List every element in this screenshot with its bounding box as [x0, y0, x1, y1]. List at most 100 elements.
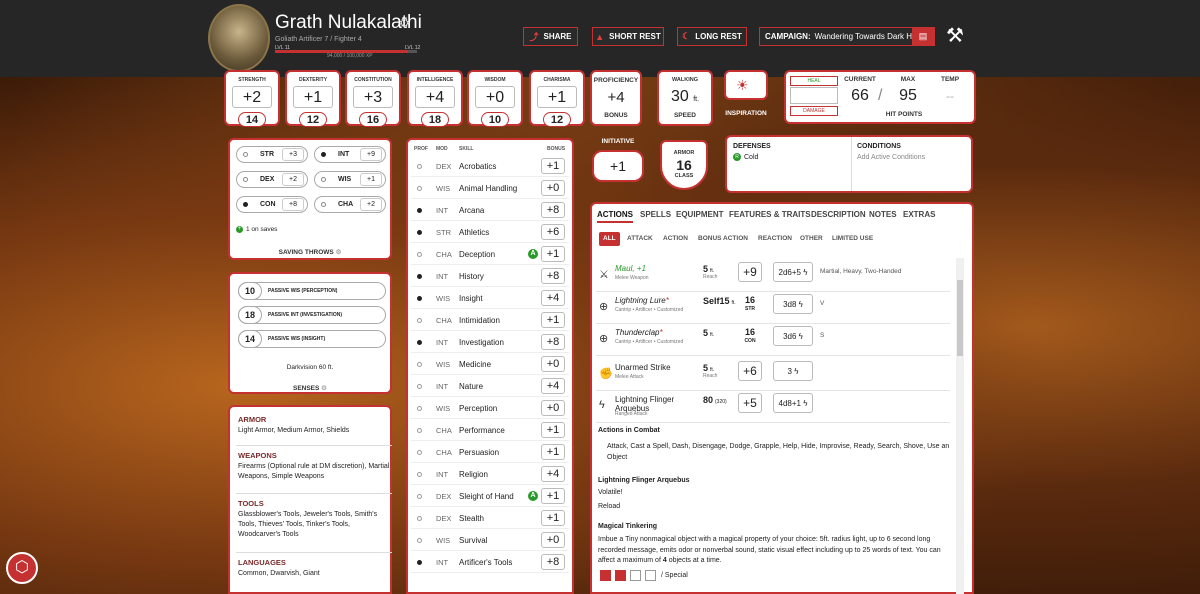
tab-notes[interactable]: NOTES	[869, 210, 897, 219]
ability-constitution[interactable]: CONSTITUTION +3 16	[345, 70, 401, 127]
save-int[interactable]: INT +9	[314, 146, 386, 163]
filter-attack[interactable]: ATTACK	[623, 232, 657, 246]
use-slot-checkbox[interactable]	[600, 570, 611, 581]
skill-row[interactable]: WIS Perception +0	[411, 397, 569, 419]
action-name[interactable]: Lightning Lure*	[615, 296, 669, 305]
long-rest-button[interactable]: ☾ LONG REST	[677, 27, 747, 46]
initiative-box[interactable]: +1	[592, 150, 644, 182]
filter-all[interactable]: ALL	[599, 232, 620, 246]
skill-row[interactable]: CHA Persuasion +1	[411, 441, 569, 463]
hp-amount-input[interactable]	[790, 87, 838, 104]
ability-modifier[interactable]: +3	[353, 86, 393, 108]
action-row[interactable]: ϟ Lightning Flinger Arquebus Ranged Attack…	[596, 391, 950, 423]
avatar[interactable]	[208, 4, 270, 72]
skill-bonus[interactable]: +1	[541, 510, 565, 526]
action-row[interactable]: ⊕ Thunderclap* Cantrip • Artificer • Custo…	[596, 324, 950, 356]
passive-sense[interactable]: 14 PASSIVE WIS (INSIGHT)	[238, 330, 386, 348]
save-wis[interactable]: WIS +1	[314, 171, 386, 188]
heal-button[interactable]: HEAL	[790, 76, 838, 86]
filter-limited-use[interactable]: LIMITED USE	[828, 232, 877, 246]
skill-bonus[interactable]: +8	[541, 268, 565, 284]
damage-button[interactable]: 2d6+5 ϟ	[773, 262, 813, 282]
to-hit-button[interactable]: +6	[738, 361, 762, 381]
skill-row[interactable]: INT Artificer's Tools +8	[411, 551, 569, 573]
hp-temp[interactable]: --	[930, 89, 970, 103]
armor-class-box[interactable]: ARMOR 16 CLASS	[660, 140, 708, 190]
damage-button[interactable]: DAMAGE	[790, 106, 838, 116]
skill-bonus[interactable]: +8	[541, 554, 565, 570]
share-button[interactable]: ⤴ SHARE	[523, 27, 578, 46]
ability-modifier[interactable]: +4	[415, 86, 455, 108]
skill-row[interactable]: DEX Sleight of Hand A +1	[411, 485, 569, 507]
skill-bonus[interactable]: +0	[541, 180, 565, 196]
gear-icon[interactable]: ⚙	[336, 249, 342, 256]
skill-row[interactable]: DEX Stealth +1	[411, 507, 569, 529]
hp-current[interactable]: 66	[840, 87, 880, 105]
skill-bonus[interactable]: +0	[541, 532, 565, 548]
skill-row[interactable]: CHA Performance +1	[411, 419, 569, 441]
add-conditions-link[interactable]: Add Active Conditions	[857, 154, 925, 161]
inspiration-toggle[interactable]: ☀	[724, 70, 768, 100]
skill-bonus[interactable]: +1	[541, 312, 565, 328]
filter-bonus-action[interactable]: BONUS ACTION	[694, 232, 752, 246]
dice-roller-icon[interactable]: ⬡	[6, 552, 38, 584]
ability-modifier[interactable]: +0	[475, 86, 515, 108]
skill-bonus[interactable]: +4	[541, 290, 565, 306]
skill-row[interactable]: WIS Survival +0	[411, 529, 569, 551]
save-dex[interactable]: DEX +2	[236, 171, 308, 188]
ability-modifier[interactable]: +1	[537, 86, 577, 108]
skill-row[interactable]: INT Religion +4	[411, 463, 569, 485]
filter-reaction[interactable]: REACTION	[754, 232, 796, 246]
ability-modifier[interactable]: +1	[293, 86, 333, 108]
skill-row[interactable]: STR Athletics +6	[411, 221, 569, 243]
tab-description[interactable]: DESCRIPTION	[811, 210, 866, 219]
tab-equipment[interactable]: EQUIPMENT	[676, 210, 724, 219]
actions-in-combat-text[interactable]: Attack, Cast a Spell, Dash, Disengage, D…	[607, 442, 951, 463]
damage-button[interactable]: 3d6 ϟ	[773, 326, 813, 346]
action-name[interactable]: Thunderclap*	[615, 328, 663, 337]
skill-row[interactable]: WIS Animal Handling +0	[411, 177, 569, 199]
ability-wisdom[interactable]: WISDOM +0 10	[467, 70, 523, 127]
save-cha[interactable]: CHA +2	[314, 196, 386, 213]
skill-row[interactable]: WIS Insight +4	[411, 287, 569, 309]
skill-row[interactable]: DEX Acrobatics +1	[411, 155, 569, 177]
chat-icon[interactable]: ▤	[912, 28, 934, 45]
filter-other[interactable]: OTHER	[796, 232, 827, 246]
skill-bonus[interactable]: +1	[541, 158, 565, 174]
campaign-button[interactable]: CAMPAIGN: Wandering Towards Dark H... ▤	[759, 27, 935, 46]
skill-row[interactable]: INT History +8	[411, 265, 569, 287]
tab-extras[interactable]: EXTRAS	[903, 210, 935, 219]
gear-icon[interactable]: ⚙	[399, 16, 410, 30]
save-str[interactable]: STR +3	[236, 146, 308, 163]
action-name[interactable]: Maul, +1	[615, 264, 646, 273]
skill-bonus[interactable]: +1	[541, 422, 565, 438]
skill-row[interactable]: WIS Medicine +0	[411, 353, 569, 375]
action-row[interactable]: ⚔ Maul, +1 Melee Weapon 5 ft. Reach +9 2d6+5 ϟ M…	[596, 260, 950, 292]
proficiencies-box[interactable]: ARMOR Light Armor, Medium Armor, Shields …	[228, 405, 392, 594]
action-name[interactable]: Unarmed Strike	[615, 363, 671, 372]
skill-bonus[interactable]: +1	[541, 488, 565, 504]
skill-bonus[interactable]: +8	[541, 334, 565, 350]
damage-button[interactable]: 3 ϟ	[773, 361, 813, 381]
scrollbar-track[interactable]	[956, 258, 964, 594]
damage-button[interactable]: 3d8 ϟ	[773, 294, 813, 314]
skill-bonus[interactable]: +8	[541, 202, 565, 218]
ability-strength[interactable]: STRENGTH +2 14	[224, 70, 280, 127]
skill-row[interactable]: CHA Intimidation +1	[411, 309, 569, 331]
ability-intelligence[interactable]: INTELLIGENCE +4 18	[407, 70, 463, 127]
skill-row[interactable]: INT Investigation +8	[411, 331, 569, 353]
skill-bonus[interactable]: +1	[541, 444, 565, 460]
action-row[interactable]: ⊕ Lightning Lure* Cantrip • Artificer • Cu…	[596, 292, 950, 324]
defense-item[interactable]: R Cold	[733, 153, 758, 161]
skill-row[interactable]: INT Nature +4	[411, 375, 569, 397]
ability-dexterity[interactable]: DEXTERITY +1 12	[285, 70, 341, 127]
scrollbar-thumb[interactable]	[957, 280, 963, 356]
tab-actions[interactable]: ACTIONS	[597, 210, 633, 223]
filter-action[interactable]: ACTION	[659, 232, 692, 246]
use-slot-checkbox[interactable]	[615, 570, 626, 581]
action-row[interactable]: ✊ Unarmed Strike Melee Attack 5 ft. Reach +6 3 …	[596, 359, 950, 391]
skill-bonus[interactable]: +4	[541, 466, 565, 482]
ability-modifier[interactable]: +2	[232, 86, 272, 108]
save-con[interactable]: CON +8	[236, 196, 308, 213]
skill-row[interactable]: CHA Deception A +1	[411, 243, 569, 265]
